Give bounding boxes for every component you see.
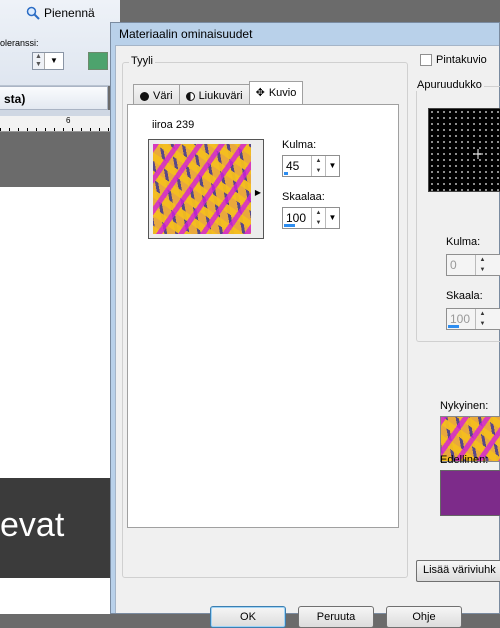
document-tab-label: sta)	[4, 92, 26, 106]
scale-dropdown-icon[interactable]: ▼	[325, 208, 339, 228]
texture-scale-value: 100	[450, 312, 471, 326]
material-properties-dialog: Materiaalin ominaisuudet Tyyli Väri Liuk…	[110, 22, 500, 628]
texture-angle-stepper[interactable]: 0 ▲ ▼	[446, 254, 500, 276]
ruler-number: 6	[66, 116, 71, 125]
angle-value: 45	[286, 159, 300, 173]
angle-level-bar	[284, 172, 288, 175]
scale-stepper[interactable]: 100 ▲ ▼ ▼	[282, 207, 340, 229]
pattern-swatch-image	[153, 144, 251, 234]
texture-checkbox-label: Pintakuvio	[436, 54, 487, 66]
texture-scale-input[interactable]: 100	[447, 309, 475, 329]
zoom-out-label: Pienennä	[44, 6, 95, 20]
slide-text: evat	[0, 478, 110, 578]
angle-stepper[interactable]: 45 ▲ ▼ ▼	[282, 155, 340, 177]
texture-checkbox-row[interactable]: Pintakuvio	[420, 54, 487, 66]
pattern-panel: iiroa 239 ▶ Kulma: 45 ▲ ▼ ▼ Skaalaa: 100…	[127, 104, 399, 528]
tab-gradient[interactable]: Liukuväri	[178, 84, 250, 104]
pattern-swatch-button[interactable]: ▶	[148, 139, 264, 239]
tolerance-stepper[interactable]: ▲ ▼ ▼	[32, 52, 64, 70]
current-label: Nykyinen:	[440, 400, 489, 412]
pattern-cross-icon: ✥	[255, 87, 265, 99]
style-group-label: Tyyli	[129, 55, 155, 67]
angle-updown-icon[interactable]: ▲ ▼	[311, 156, 325, 176]
style-tabs: Väri Liukuväri ✥ Kuvio	[133, 81, 304, 104]
dialog-title: Materiaalin ominaisuudet	[119, 27, 253, 41]
tab-gradient-label: Liukuväri	[198, 90, 243, 102]
document-tab[interactable]: sta)	[0, 86, 108, 110]
scale-input[interactable]: 100	[283, 208, 311, 228]
style-group: Tyyli Väri Liukuväri ✥ Kuvio iiroa 239 ▶…	[122, 55, 408, 578]
helper-grid-preview	[428, 108, 500, 192]
app-toolbar: Pienennä oleranssi: ▲ ▼ ▼	[0, 0, 120, 86]
ok-label: OK	[240, 611, 256, 623]
texture-checkbox[interactable]	[420, 54, 432, 66]
texture-scale-stepper[interactable]: 100 ▲ ▼	[446, 308, 500, 330]
gradient-half-icon	[185, 91, 195, 101]
zoom-out-button[interactable]: Pienennä	[26, 6, 95, 20]
cancel-label: Peruuta	[316, 611, 356, 623]
horizontal-ruler: 6	[0, 116, 110, 132]
add-to-swatches-button[interactable]: Lisää väriviuhk	[416, 560, 500, 582]
chevron-down-icon[interactable]: ▼	[45, 53, 63, 69]
texture-angle-label: Kulma:	[446, 236, 481, 248]
angle-label: Kulma:	[282, 139, 317, 151]
help-button[interactable]: Ohje	[386, 606, 462, 628]
angle-input[interactable]: 45	[283, 156, 311, 176]
tab-color[interactable]: Väri	[133, 84, 180, 104]
tab-pattern-label: Kuvio	[268, 87, 297, 99]
stepper-arrows-icon[interactable]: ▲ ▼	[33, 53, 45, 69]
tolerance-label: oleranssi:	[0, 38, 39, 48]
color-dot-icon	[140, 91, 149, 101]
previous-label: Edellinen:	[440, 454, 489, 466]
scale-value: 100	[286, 211, 307, 225]
tab-color-label: Väri	[153, 90, 173, 102]
texture-scale-updown-icon[interactable]: ▲ ▼	[475, 309, 489, 329]
texture-angle-updown-icon[interactable]: ▲ ▼	[475, 255, 489, 275]
pattern-name: iiroa 239	[152, 119, 195, 131]
dialog-client: Tyyli Väri Liukuväri ✥ Kuvio iiroa 239 ▶…	[115, 45, 500, 628]
crosshair-icon	[473, 149, 483, 159]
tab-pattern[interactable]: ✥ Kuvio	[248, 81, 304, 104]
help-label: Ohje	[412, 611, 436, 623]
add-to-swatches-label: Lisää väriviuhk	[423, 564, 496, 576]
chevron-right-icon: ▶	[254, 188, 261, 197]
texture-scale-level-bar	[448, 325, 460, 328]
texture-angle-input[interactable]: 0	[447, 255, 475, 275]
scale-updown-icon[interactable]: ▲ ▼	[311, 208, 325, 228]
cancel-button[interactable]: Peruuta	[298, 606, 374, 628]
scale-level-bar	[284, 224, 296, 227]
document-icon[interactable]	[88, 52, 108, 70]
previous-preview[interactable]	[440, 470, 500, 516]
magnifier-icon	[26, 6, 40, 20]
angle-dropdown-icon[interactable]: ▼	[325, 156, 339, 176]
scale-label: Skaalaa:	[282, 191, 325, 203]
texture-angle-value: 0	[450, 258, 457, 272]
canvas-background	[0, 132, 110, 187]
texture-scale-label: Skaala:	[446, 290, 483, 302]
ok-button[interactable]: OK	[210, 606, 286, 628]
helper-grid-label: Apuruudukko	[415, 79, 484, 91]
